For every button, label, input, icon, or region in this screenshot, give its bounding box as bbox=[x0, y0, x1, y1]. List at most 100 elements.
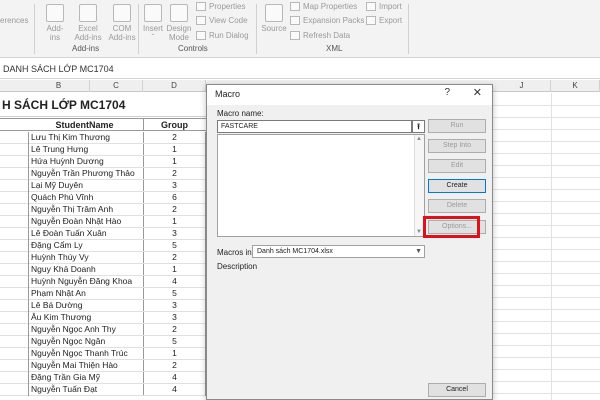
cell-border bbox=[28, 360, 29, 372]
student-table-body: Lưu Thị Kim Thương 2 Lê Trung Hưng 1 Hứa H… bbox=[0, 132, 206, 396]
excel-addins-button[interactable]: Excel Add-ins bbox=[72, 4, 104, 42]
student-name-cell: Đặng Trần Gia Mỹ bbox=[31, 372, 100, 382]
addins-button[interactable]: Add-ins bbox=[40, 4, 70, 42]
macro-name-label: Macro name: bbox=[217, 109, 264, 118]
close-icon[interactable]: ✕ bbox=[473, 86, 482, 99]
table-row[interactable]: Phạm Nhật An 5 bbox=[0, 288, 206, 300]
refresh-data-icon bbox=[290, 30, 300, 40]
table-row[interactable]: Nguyễn Mai Thiện Hào 2 bbox=[0, 360, 206, 372]
scroll-down-icon[interactable]: ▼ bbox=[416, 229, 422, 235]
cell-border bbox=[28, 300, 29, 312]
cell-border bbox=[28, 204, 29, 216]
table-row[interactable]: Nguyễn Trần Phương Thảo 2 bbox=[0, 168, 206, 180]
table-row[interactable]: Hứa Huỳnh Dương 1 bbox=[0, 156, 206, 168]
table-row[interactable]: Lê Trung Hưng 1 bbox=[0, 144, 206, 156]
group-cell: 2 bbox=[143, 132, 205, 143]
table-row[interactable]: Lưu Thị Kim Thương 2 bbox=[0, 132, 206, 144]
column-header-j[interactable]: J bbox=[493, 80, 551, 92]
student-name-cell: Nguyễn Ngọc Ngân bbox=[31, 336, 106, 346]
cell-border bbox=[28, 144, 29, 156]
view-code-button[interactable]: View Code bbox=[196, 14, 248, 26]
insert-control-button[interactable]: Insert ˇ bbox=[142, 4, 164, 42]
import-icon bbox=[366, 1, 376, 11]
cell-border bbox=[28, 288, 29, 300]
table-row[interactable]: Lê Bá Dường 3 bbox=[0, 300, 206, 312]
macros-in-select[interactable]: Danh sách MC1704.xlsx ▼ bbox=[252, 245, 425, 258]
chevron-down-icon: ▼ bbox=[415, 248, 422, 255]
table-row[interactable]: Lê Đoàn Tuấn Xuân 3 bbox=[0, 228, 206, 240]
cell-border bbox=[28, 180, 29, 192]
cell-border bbox=[28, 324, 29, 336]
student-name-cell: Nguyễn Trần Phương Thảo bbox=[31, 168, 135, 178]
group-cell: 5 bbox=[143, 336, 205, 347]
table-row[interactable]: Đặng Trần Gia Mỹ 4 bbox=[0, 372, 206, 384]
help-icon[interactable]: ? bbox=[444, 87, 450, 98]
addins-icon bbox=[46, 4, 64, 22]
delete-button[interactable]: Delete bbox=[428, 199, 486, 213]
table-row[interactable]: Quách Phú Vĩnh 6 bbox=[0, 192, 206, 204]
table-row[interactable]: Huỳnh Thúy Vy 2 bbox=[0, 252, 206, 264]
expansion-packs-button[interactable]: Expansion Packs bbox=[290, 14, 364, 26]
student-name-cell: Nguyễn Ngọc Anh Thy bbox=[31, 324, 116, 334]
header-group[interactable]: Group bbox=[143, 119, 205, 131]
table-row[interactable]: Nguyễn Thị Trâm Anh 2 bbox=[0, 204, 206, 216]
ribbon-separator bbox=[138, 4, 139, 54]
group-cell: 2 bbox=[143, 204, 205, 215]
source-button[interactable]: Source bbox=[261, 4, 287, 33]
run-dialog-button[interactable]: Run Dialog bbox=[196, 29, 249, 41]
group-cell: 5 bbox=[143, 240, 205, 251]
table-row[interactable]: Lại Mỹ Duyên 3 bbox=[0, 180, 206, 192]
run-button[interactable]: Run bbox=[428, 119, 486, 133]
student-name-cell: Nguyễn Mai Thiện Hào bbox=[31, 360, 118, 370]
edit-button[interactable]: Edit bbox=[428, 159, 486, 173]
macro-list[interactable]: ▲ ▼ bbox=[217, 134, 425, 237]
group-cell: 1 bbox=[143, 264, 205, 275]
description-label: Description bbox=[217, 262, 258, 271]
scroll-up-icon[interactable]: ▲ bbox=[416, 136, 422, 142]
upload-arrow-icon[interactable]: ⭱ bbox=[412, 120, 425, 133]
student-name-cell: Phạm Nhật An bbox=[31, 288, 86, 298]
table-row[interactable]: Nguyễn Đoàn Nhật Hào 1 bbox=[0, 216, 206, 228]
table-row[interactable]: Nguyễn Ngọc Anh Thy 2 bbox=[0, 324, 206, 336]
table-row[interactable]: Nguy Khả Doanh 1 bbox=[0, 264, 206, 276]
properties-button[interactable]: Properties bbox=[196, 0, 245, 12]
table-row[interactable]: Nguyễn Tuấn Đạt 4 bbox=[0, 384, 206, 396]
header-student-name[interactable]: StudentName bbox=[28, 119, 141, 131]
group-cell: 3 bbox=[143, 312, 205, 323]
table-row[interactable]: Nguyễn Ngọc Ngân 5 bbox=[0, 336, 206, 348]
group-cell: 3 bbox=[143, 228, 205, 239]
table-row[interactable]: Nguyễn Ngọc Thanh Trúc 1 bbox=[0, 348, 206, 360]
student-name-cell: Lê Trung Hưng bbox=[31, 144, 89, 154]
formula-bar[interactable]: DANH SÁCH LỚP MC1704 bbox=[0, 59, 600, 79]
refresh-data-button[interactable]: Refresh Data bbox=[290, 29, 350, 41]
import-button[interactable]: Import bbox=[366, 0, 402, 12]
group-cell: 3 bbox=[143, 180, 205, 191]
table-row[interactable]: Âu Kim Thương 3 bbox=[0, 312, 206, 324]
student-name-cell: Huỳnh Nguyễn Đăng Khoa bbox=[31, 276, 133, 286]
cancel-button[interactable]: Cancel bbox=[428, 383, 486, 397]
macro-name-input[interactable]: FASTCARE bbox=[217, 120, 412, 133]
design-mode-button[interactable]: Design Mode bbox=[166, 4, 192, 42]
column-header-c[interactable]: C bbox=[90, 80, 143, 92]
table-row[interactable]: Huỳnh Nguyễn Đăng Khoa 4 bbox=[0, 276, 206, 288]
cell-border bbox=[28, 192, 29, 204]
cell-border bbox=[28, 264, 29, 276]
table-row[interactable]: Đặng Cẩm Ly 5 bbox=[0, 240, 206, 252]
group-cell: 6 bbox=[143, 192, 205, 203]
properties-icon bbox=[196, 1, 206, 11]
column-header-d[interactable]: D bbox=[143, 80, 206, 92]
map-properties-button[interactable]: Map Properties bbox=[290, 0, 357, 12]
column-header-b[interactable]: B bbox=[28, 80, 90, 92]
group-cell: 1 bbox=[143, 156, 205, 167]
cell-border bbox=[28, 276, 29, 288]
com-addins-icon bbox=[113, 4, 131, 22]
macro-dialog: Macro ? ✕ Macro name: FASTCARE ⭱ ▲ ▼ Run… bbox=[206, 84, 493, 400]
com-addins-button[interactable]: COM Add-ins bbox=[106, 4, 138, 42]
sheet-title-cell[interactable]: H SÁCH LỚP MC1704 bbox=[0, 93, 206, 117]
export-button[interactable]: Export bbox=[366, 14, 402, 26]
create-button[interactable]: Create bbox=[428, 179, 486, 193]
student-name-cell: Hứa Huỳnh Dương bbox=[31, 156, 104, 166]
controls-group-label: Controls bbox=[178, 44, 208, 53]
step-into-button[interactable]: Step Into bbox=[428, 139, 486, 153]
column-header-k[interactable]: K bbox=[551, 80, 600, 92]
